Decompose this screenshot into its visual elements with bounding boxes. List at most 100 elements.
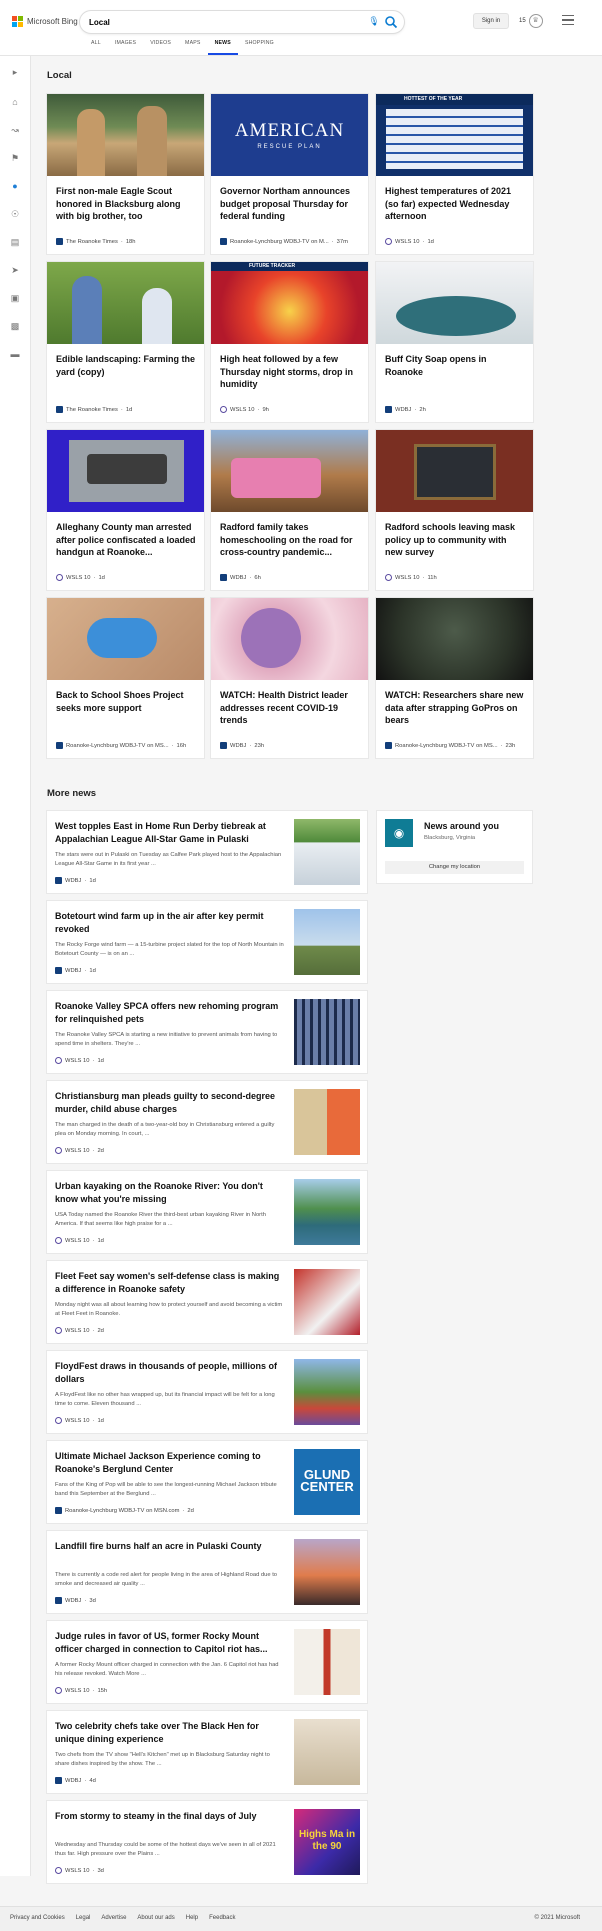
more-news-item[interactable]: West topples East in Home Run Derby tieb…	[47, 811, 367, 893]
more-news-item[interactable]: Urban kayaking on the Roanoke River: You…	[47, 1171, 367, 1253]
footer-link-privacy-and-cookies[interactable]: Privacy and Cookies	[10, 1915, 65, 1921]
news-title[interactable]: Ultimate Michael Jackson Experience comi…	[55, 1450, 285, 1475]
news-title[interactable]: Judge rules in favor of US, former Rocky…	[55, 1630, 285, 1655]
footer-link-feedback[interactable]: Feedback	[209, 1915, 235, 1921]
tab-videos[interactable]: VIDEOS	[143, 40, 178, 55]
local-news-card[interactable]: Edible landscaping: Farming the yard (co…	[47, 262, 204, 422]
card-title[interactable]: First non-male Eagle Scout honored in Bl…	[56, 185, 196, 223]
flag-icon[interactable]: ⚑	[9, 152, 21, 164]
hamburger-menu-icon[interactable]	[562, 15, 574, 26]
news-title[interactable]: West topples East in Home Run Derby tieb…	[55, 820, 285, 845]
news-thumbnail[interactable]	[294, 1089, 360, 1155]
footer-link-help[interactable]: Help	[186, 1915, 198, 1921]
change-location-button[interactable]: Change my location	[385, 861, 524, 874]
local-news-card[interactable]: Radford schools leaving mask policy up t…	[376, 430, 533, 590]
film-icon[interactable]: ▣	[9, 292, 21, 304]
globe-icon[interactable]: ☉	[9, 208, 21, 220]
card-title[interactable]: High heat followed by a few Thursday nig…	[220, 353, 360, 391]
more-news-item[interactable]: Fleet Feet say women's self-defense clas…	[47, 1261, 367, 1343]
card-title[interactable]: Alleghany County man arrested after poli…	[56, 521, 196, 559]
news-thumbnail[interactable]: GLUND CENTER	[294, 1449, 360, 1515]
more-news-item[interactable]: Botetourt wind farm up in the air after …	[47, 901, 367, 983]
footer-link-legal[interactable]: Legal	[76, 1915, 91, 1921]
card-image[interactable]	[376, 262, 533, 344]
tab-all[interactable]: ALL	[84, 40, 108, 55]
news-title[interactable]: Landfill fire burns half an acre in Pula…	[55, 1540, 285, 1553]
trending-icon[interactable]: ↝	[9, 124, 21, 136]
tab-images[interactable]: IMAGES	[108, 40, 143, 55]
card-image[interactable]	[47, 598, 204, 680]
card-title[interactable]: Radford schools leaving mask policy up t…	[385, 521, 525, 559]
chart-icon[interactable]: ▤	[9, 236, 21, 248]
card-image[interactable]: HOTTEST OF THE YEAR	[376, 94, 533, 176]
card-image[interactable]	[47, 430, 204, 512]
local-news-card[interactable]: Buff City Soap opens in Roanoke WDBJ · 2h	[376, 262, 533, 422]
local-news-card[interactable]: Radford family takes homeschooling on th…	[211, 430, 368, 590]
card-image[interactable]	[211, 598, 368, 680]
local-news-card[interactable]: HOTTEST OF THE YEAR Highest temperatures …	[376, 94, 533, 254]
local-news-card[interactable]: WATCH: Researchers share new data after …	[376, 598, 533, 758]
news-title[interactable]: Fleet Feet say women's self-defense clas…	[55, 1270, 285, 1295]
expand-icon[interactable]: ▸	[9, 66, 21, 78]
rewards-button[interactable]: 15 ♕	[519, 14, 543, 28]
news-title[interactable]: Botetourt wind farm up in the air after …	[55, 910, 285, 935]
news-title[interactable]: From stormy to steamy in the final days …	[55, 1810, 285, 1823]
card-image[interactable]	[376, 430, 533, 512]
more-news-item[interactable]: Judge rules in favor of US, former Rocky…	[47, 1621, 367, 1703]
search-icon[interactable]	[384, 15, 398, 29]
more-news-item[interactable]: FloydFest draws in thousands of people, …	[47, 1351, 367, 1433]
search-input[interactable]	[89, 15, 349, 29]
local-news-card[interactable]: AMERICAN RESCUE PLAN Governor Northam anno…	[211, 94, 368, 254]
bing-logo[interactable]: Microsoft Bing	[12, 16, 78, 27]
more-news-item[interactable]: Two celebrity chefs take over The Black …	[47, 1711, 367, 1793]
more-news-item[interactable]: Roanoke Valley SPCA offers new rehoming …	[47, 991, 367, 1073]
card-title[interactable]: Edible landscaping: Farming the yard (co…	[56, 353, 196, 378]
card-title[interactable]: Radford family takes homeschooling on th…	[220, 521, 360, 559]
local-news-card[interactable]: First non-male Eagle Scout honored in Bl…	[47, 94, 204, 254]
news-title[interactable]: Urban kayaking on the Roanoke River: You…	[55, 1180, 285, 1205]
card-title[interactable]: Governor Northam announces budget propos…	[220, 185, 360, 223]
news-thumbnail[interactable]	[294, 1539, 360, 1605]
card-title[interactable]: Back to School Shoes Project seeks more …	[56, 689, 196, 714]
news-thumbnail[interactable]	[294, 1179, 360, 1245]
more-news-item[interactable]: Ultimate Michael Jackson Experience comi…	[47, 1441, 367, 1523]
card-image[interactable]: AMERICAN RESCUE PLAN	[211, 94, 368, 176]
card-title[interactable]: WATCH: Health District leader addresses …	[220, 689, 360, 727]
card-image[interactable]	[211, 430, 368, 512]
news-title[interactable]: FloydFest draws in thousands of people, …	[55, 1360, 285, 1385]
footer-link-advertise[interactable]: Advertise	[101, 1915, 126, 1921]
more-news-item[interactable]: Christiansburg man pleads guilty to seco…	[47, 1081, 367, 1163]
card-image[interactable]	[376, 598, 533, 680]
card-image[interactable]: FUTURE TRACKER	[211, 262, 368, 344]
tab-shopping[interactable]: SHOPPING	[238, 40, 281, 55]
card-image[interactable]	[47, 94, 204, 176]
news-thumbnail[interactable]	[294, 1269, 360, 1335]
home-icon[interactable]: ⌂	[9, 96, 21, 108]
news-title[interactable]: Two celebrity chefs take over The Black …	[55, 1720, 285, 1745]
news-thumbnail[interactable]	[294, 1719, 360, 1785]
tab-news[interactable]: NEWS	[207, 40, 238, 55]
news-title[interactable]: Christiansburg man pleads guilty to seco…	[55, 1090, 285, 1115]
local-news-card[interactable]: WATCH: Health District leader addresses …	[211, 598, 368, 758]
building-icon[interactable]: ▩	[9, 320, 21, 332]
location-icon[interactable]: ●	[9, 180, 21, 192]
card-title[interactable]: Highest temperatures of 2021 (so far) ex…	[385, 185, 525, 223]
rocket-icon[interactable]: ➤	[9, 264, 21, 276]
more-news-item[interactable]: From stormy to steamy in the final days …	[47, 1801, 367, 1883]
news-thumbnail[interactable]	[294, 1629, 360, 1695]
tab-maps[interactable]: MAPS	[178, 40, 208, 55]
card-title[interactable]: WATCH: Researchers share new data after …	[385, 689, 525, 727]
card-icon[interactable]: ▬	[9, 348, 21, 360]
news-thumbnail[interactable]	[294, 819, 360, 885]
more-news-item[interactable]: Landfill fire burns half an acre in Pula…	[47, 1531, 367, 1613]
local-news-card[interactable]: Alleghany County man arrested after poli…	[47, 430, 204, 590]
local-news-card[interactable]: Back to School Shoes Project seeks more …	[47, 598, 204, 758]
news-thumbnail[interactable]	[294, 909, 360, 975]
card-image[interactable]	[47, 262, 204, 344]
sign-in-button[interactable]: Sign in	[473, 13, 509, 29]
news-thumbnail[interactable]	[294, 1359, 360, 1425]
news-thumbnail[interactable]: Highs Ma in the 90	[294, 1809, 360, 1875]
microphone-icon[interactable]: 🎙	[368, 16, 380, 28]
footer-link-about-our-ads[interactable]: About our ads	[137, 1915, 174, 1921]
local-news-card[interactable]: FUTURE TRACKER High heat followed by a fe…	[211, 262, 368, 422]
